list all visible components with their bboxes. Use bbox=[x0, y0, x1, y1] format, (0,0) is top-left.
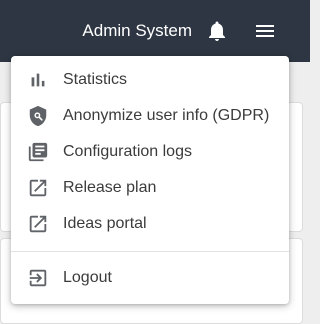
menu-item-ideas-portal[interactable]: Ideas portal bbox=[11, 206, 289, 242]
bell-icon[interactable] bbox=[205, 19, 229, 43]
menu-item-statistics[interactable]: Statistics bbox=[11, 62, 289, 98]
user-dropdown-menu: Statistics Anonymize user info (GDPR) Co… bbox=[11, 56, 289, 304]
menu-divider bbox=[11, 251, 289, 252]
menu-item-anonymize[interactable]: Anonymize user info (GDPR) bbox=[11, 98, 289, 134]
hamburger-menu-icon[interactable] bbox=[253, 19, 277, 43]
menu-item-label: Ideas portal bbox=[63, 215, 147, 232]
app-title: Admin System bbox=[82, 21, 192, 40]
top-app-bar: Admin System bbox=[0, 0, 310, 62]
menu-item-label: Configuration logs bbox=[63, 143, 192, 160]
menu-item-label: Anonymize user info (GDPR) bbox=[63, 107, 270, 124]
logout-icon bbox=[27, 267, 49, 289]
library-books-icon bbox=[27, 141, 49, 163]
menu-list: Statistics Anonymize user info (GDPR) Co… bbox=[11, 56, 289, 296]
shield-search-icon bbox=[27, 105, 49, 127]
menu-item-label: Release plan bbox=[63, 179, 157, 196]
open-in-new-icon bbox=[27, 213, 49, 235]
menu-item-logout[interactable]: Logout bbox=[11, 260, 289, 296]
menu-item-label: Logout bbox=[63, 269, 112, 286]
menu-item-label: Statistics bbox=[63, 71, 128, 88]
menu-item-configuration-logs[interactable]: Configuration logs bbox=[11, 134, 289, 170]
open-in-new-icon bbox=[27, 177, 49, 199]
bar-chart-icon bbox=[27, 69, 49, 91]
menu-item-release-plan[interactable]: Release plan bbox=[11, 170, 289, 206]
